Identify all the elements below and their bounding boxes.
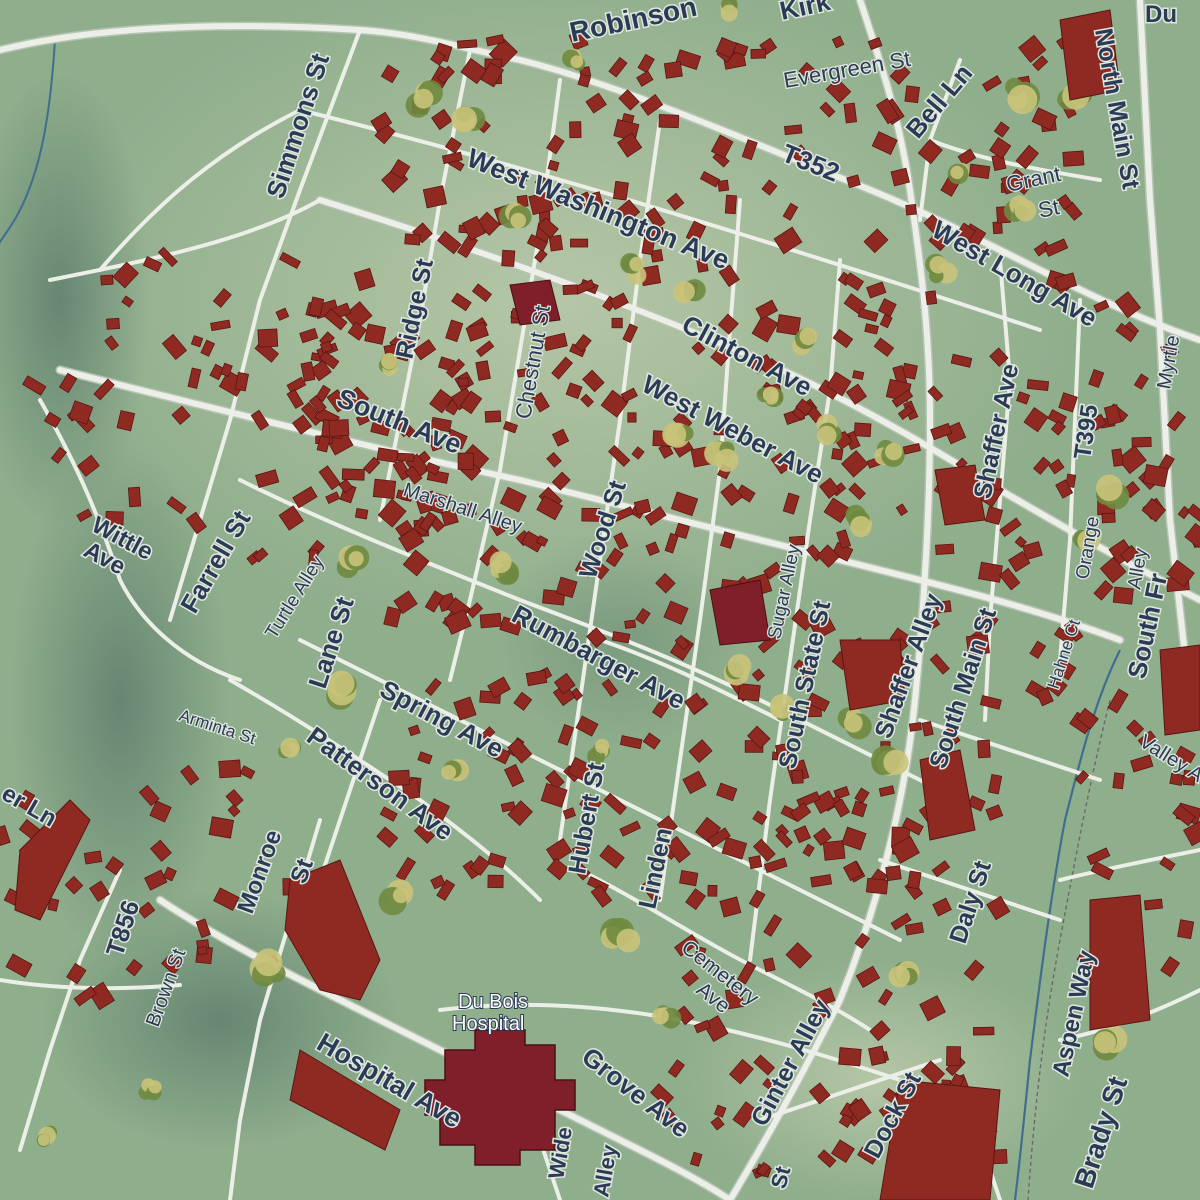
building <box>457 377 470 387</box>
building <box>843 102 858 124</box>
building <box>208 816 235 839</box>
building <box>663 61 683 79</box>
tree-cluster <box>720 0 738 22</box>
building <box>717 179 730 192</box>
building <box>707 884 718 897</box>
building <box>791 769 804 784</box>
building <box>1111 448 1124 467</box>
building <box>868 1045 887 1066</box>
label-hospital-name-2[interactable]: Hospital <box>451 1012 525 1036</box>
building <box>885 865 902 882</box>
building <box>831 447 844 461</box>
building <box>547 159 560 172</box>
building <box>479 612 502 629</box>
building <box>724 194 737 215</box>
building <box>397 452 415 462</box>
building <box>501 249 516 267</box>
building <box>106 317 120 330</box>
building <box>1101 512 1116 524</box>
building <box>627 412 637 423</box>
building <box>197 946 208 956</box>
label-du[interactable]: Du <box>1144 0 1179 30</box>
building <box>1177 919 1195 940</box>
tree-cluster <box>451 106 486 133</box>
building <box>679 870 699 887</box>
building <box>978 561 1003 583</box>
building <box>783 124 803 136</box>
building <box>100 274 114 286</box>
building <box>838 1047 862 1067</box>
building <box>1089 894 1151 1031</box>
building <box>83 850 103 865</box>
building <box>972 1026 995 1036</box>
building <box>487 874 504 889</box>
building <box>376 447 399 464</box>
building <box>1026 379 1050 391</box>
building <box>484 410 502 423</box>
building <box>905 203 918 216</box>
building <box>658 114 680 129</box>
building <box>624 619 637 629</box>
building <box>748 855 763 870</box>
building <box>776 314 801 336</box>
building <box>364 323 387 345</box>
building <box>611 317 623 329</box>
building <box>908 722 922 732</box>
building <box>569 121 582 139</box>
building <box>904 85 920 104</box>
building <box>404 233 421 246</box>
building <box>456 39 478 49</box>
building <box>737 683 761 702</box>
building <box>1112 772 1125 790</box>
building <box>852 370 865 381</box>
building <box>1159 644 1200 736</box>
building <box>341 468 365 481</box>
building <box>127 486 142 508</box>
map-canvas[interactable]: Robinson Kirk Evergreen St Du Simmons St… <box>0 0 1200 1200</box>
building <box>890 167 910 187</box>
building <box>354 507 369 520</box>
building <box>372 478 397 500</box>
building <box>853 422 872 438</box>
map-svg[interactable]: Robinson Kirk Evergreen St Du Simmons St… <box>0 0 1200 1200</box>
building <box>968 163 991 180</box>
building <box>750 48 767 59</box>
building <box>612 180 629 201</box>
building <box>257 328 279 348</box>
building <box>328 419 350 437</box>
building <box>218 759 242 779</box>
building <box>925 290 938 305</box>
building <box>1143 898 1163 911</box>
building <box>1142 464 1169 488</box>
building <box>562 284 579 295</box>
building <box>1062 150 1085 167</box>
building <box>709 579 771 646</box>
building <box>1112 586 1134 605</box>
label-hospital-name-1[interactable]: Du Bois <box>457 990 529 1014</box>
building <box>422 185 447 209</box>
building <box>977 739 991 759</box>
building <box>946 1046 961 1067</box>
building <box>570 238 589 248</box>
building <box>935 543 955 556</box>
building <box>865 877 889 895</box>
building <box>457 452 474 470</box>
building <box>907 870 922 890</box>
building <box>789 535 806 546</box>
